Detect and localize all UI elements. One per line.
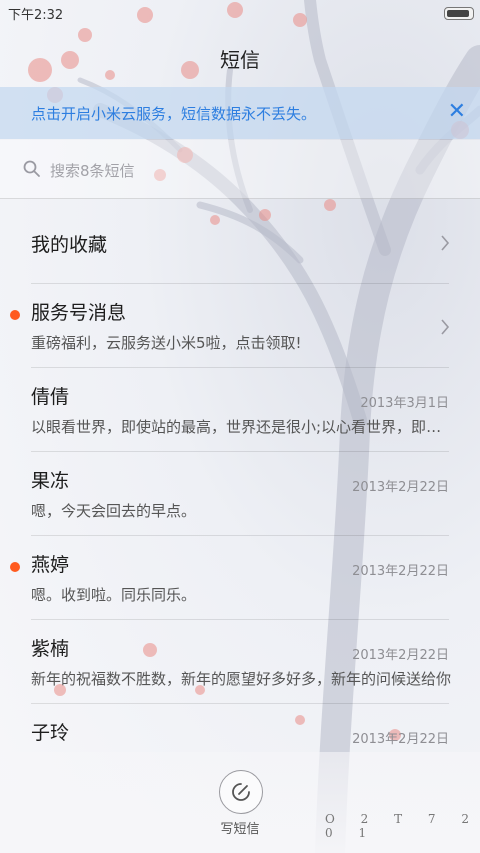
conversation-name: 果冻 xyxy=(31,470,70,492)
status-bar: 下午2:32 xyxy=(0,0,480,24)
unread-dot xyxy=(10,310,20,320)
conversation-preview: 嗯。收到啦。同乐同乐。 xyxy=(31,586,197,604)
close-icon[interactable]: ✕ xyxy=(448,99,466,124)
conversation-date: 2013年2月22日 xyxy=(352,480,449,495)
conversation-date: 2013年3月1日 xyxy=(360,396,449,411)
conversation-name: 倩倩 xyxy=(31,386,70,408)
conversation-preview: 重磅福利，云服务送小米5啦，点击领取! xyxy=(31,334,302,352)
favorites-item[interactable]: 我的收藏 xyxy=(0,200,480,284)
conversation-preview: 嗯，今天会回去的早点。 xyxy=(31,502,197,520)
unread-dot xyxy=(10,562,20,572)
conversation-name: 紫楠 xyxy=(31,638,70,660)
conversation-name: 子玲 xyxy=(31,722,70,744)
conversation-item[interactable]: 果冻 2013年2月22日 嗯，今天会回去的早点。 xyxy=(0,452,480,536)
conversation-item[interactable]: 倩倩 2013年3月1日 以眼看世界，即使站的最高，世界还是很小;以心看世界，即… xyxy=(0,368,480,452)
conversation-date: 2013年2月22日 xyxy=(352,564,449,579)
conversation-item[interactable]: 紫楠 2013年2月22日 新年的祝福数不胜数，新年的愿望好多好多，新年的问候送… xyxy=(0,620,480,704)
status-time: 下午2:32 xyxy=(8,8,64,23)
page-title: 短信 xyxy=(220,48,260,72)
conversation-preview: 新年的祝福数不胜数，新年的愿望好多好多，新年的问候送给你 xyxy=(31,670,451,688)
search-icon xyxy=(23,160,40,177)
conversation-date: 2013年2月22日 xyxy=(352,732,449,747)
conversation-date: 2013年2月22日 xyxy=(352,648,449,663)
search-placeholder: 搜索8条短信 xyxy=(50,162,135,180)
conversation-preview: 以眼看世界，即使站的最高，世界还是很小;以心看世界，即使站的最低，世界也很大 xyxy=(31,418,451,436)
conversation-item[interactable]: 燕婷 2013年2月22日 嗯。收到啦。同乐同乐。 xyxy=(0,536,480,620)
conversation-name: 服务号消息 xyxy=(31,302,127,324)
banner-text[interactable]: 点击开启小米云服务，短信数据永不丢失。 xyxy=(31,103,316,124)
favorites-label: 我的收藏 xyxy=(31,234,108,256)
wallpaper-watermark: O 2 T 7 2 0 1 xyxy=(325,812,472,840)
compose-button[interactable] xyxy=(219,770,263,814)
chevron-right-icon xyxy=(441,235,450,251)
search-input[interactable]: 搜索8条短信 xyxy=(0,140,480,199)
battery-icon xyxy=(444,7,474,20)
conversation-name: 燕婷 xyxy=(31,554,70,576)
conversation-item-service[interactable]: 服务号消息 重磅福利，云服务送小米5啦，点击领取! xyxy=(0,284,480,368)
cloud-service-banner[interactable]: 点击开启小米云服务，短信数据永不丢失。 ✕ xyxy=(0,87,480,139)
compose-icon xyxy=(232,783,250,801)
chevron-right-icon xyxy=(441,319,450,335)
